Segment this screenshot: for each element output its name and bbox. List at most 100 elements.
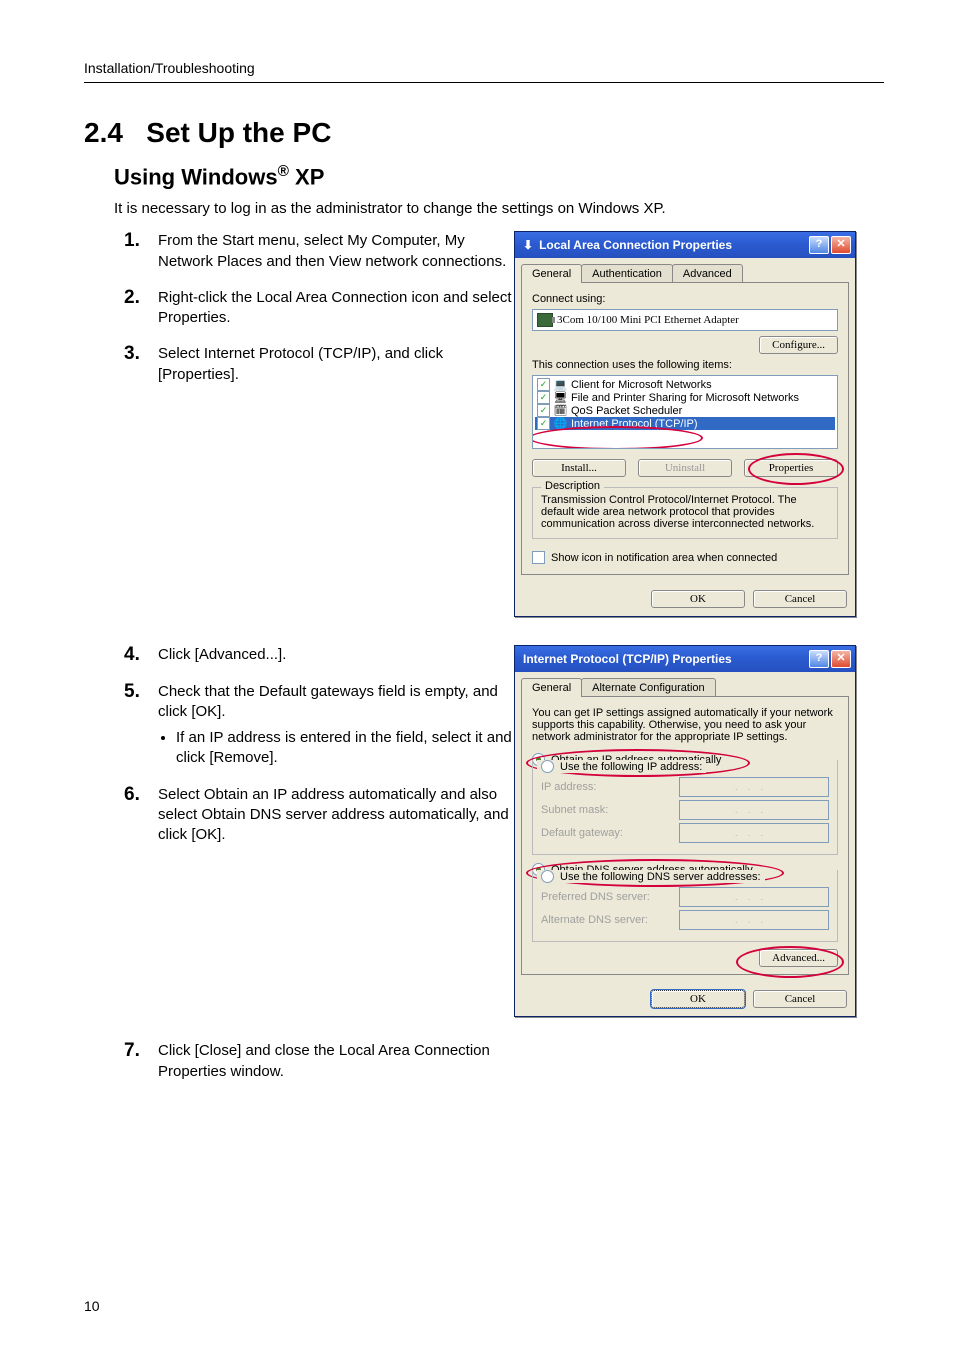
- step-4-text: Click [Advanced...].: [158, 645, 514, 665]
- show-icon-checkbox[interactable]: ✓: [532, 551, 545, 564]
- item4-label: Internet Protocol (TCP/IP): [571, 418, 698, 430]
- cancel-button[interactable]: Cancel: [753, 590, 847, 608]
- connect-using-label: Connect using:: [532, 293, 838, 305]
- checkbox-icon[interactable]: ✓: [537, 404, 550, 417]
- dialog2-blurb: You can get IP settings assigned automat…: [532, 707, 838, 743]
- subnet-field: ...: [679, 800, 829, 820]
- nic-icon: [537, 313, 553, 327]
- intro-text: It is necessary to log in as the adminis…: [114, 200, 884, 217]
- advanced-button[interactable]: Advanced...: [759, 949, 838, 967]
- pref-dns-label: Preferred DNS server:: [541, 891, 671, 903]
- header-rule: [84, 82, 884, 83]
- ok-button[interactable]: OK: [651, 990, 745, 1008]
- ip-address-field: ...: [679, 777, 829, 797]
- checkbox-icon[interactable]: ✓: [537, 391, 550, 404]
- step-5-sublist: If an IP address is entered in the field…: [176, 728, 514, 769]
- close-button[interactable]: ✕: [831, 236, 851, 254]
- use-ip-fieldset: Use the following IP address: IP address…: [532, 760, 838, 855]
- use-ip-radio[interactable]: Use the following IP address:: [537, 760, 706, 773]
- lan-properties-dialog: ⬇ Local Area Connection Properties ? ✕ G…: [514, 231, 856, 617]
- step-4: Click [Advanced...].: [124, 645, 514, 665]
- step-1-text: From the Start menu, select My Computer,…: [158, 231, 514, 272]
- show-icon-label: Show icon in notification area when conn…: [551, 552, 777, 564]
- list-item[interactable]: ✓ 💻 Client for Microsoft Networks: [535, 378, 835, 391]
- step-6: Select Obtain an IP address automaticall…: [124, 785, 514, 846]
- gateway-field: ...: [679, 823, 829, 843]
- list-item[interactable]: ✓ 🗓 QoS Packet Scheduler: [535, 404, 835, 417]
- section-title-text: Set Up the PC: [146, 117, 331, 148]
- section-number: 2.4: [84, 117, 123, 148]
- use-dns-radio[interactable]: Use the following DNS server addresses:: [537, 870, 765, 883]
- dialog1-panel: Connect using: 3Com 10/100 Mini PCI Ethe…: [521, 282, 849, 575]
- step-7-text: Click [Close] and close the Local Area C…: [158, 1041, 514, 1082]
- tcpip-properties-dialog: Internet Protocol (TCP/IP) Properties ? …: [514, 645, 856, 1017]
- checkbox-icon[interactable]: ✓: [537, 417, 550, 430]
- step-2-text: Right-click the Local Area Connection ic…: [158, 288, 514, 329]
- dialog1-title: Local Area Connection Properties: [539, 238, 732, 252]
- cancel-button[interactable]: Cancel: [753, 990, 847, 1008]
- dialog2-titlebar[interactable]: Internet Protocol (TCP/IP) Properties ? …: [515, 646, 855, 672]
- step-7: Click [Close] and close the Local Area C…: [124, 1041, 514, 1082]
- list-item-selected[interactable]: ✓ 🌐 Internet Protocol (TCP/IP): [535, 417, 835, 430]
- subsection-suffix: XP: [289, 164, 324, 189]
- checkbox-icon[interactable]: ✓: [537, 378, 550, 391]
- close-button[interactable]: ✕: [831, 650, 851, 668]
- registered-mark: ®: [278, 163, 289, 180]
- description-text: Transmission Control Protocol/Internet P…: [541, 494, 829, 530]
- configure-button[interactable]: Configure...: [759, 336, 838, 354]
- tab-general[interactable]: General: [521, 264, 582, 283]
- running-header: Installation/Troubleshooting: [84, 60, 884, 76]
- item2-label: File and Printer Sharing for Microsoft N…: [571, 392, 799, 404]
- step-5-bullet: If an IP address is entered in the field…: [176, 728, 514, 769]
- adapter-name: 3Com 10/100 Mini PCI Ethernet Adapter: [557, 314, 739, 326]
- dialog1-titlebar[interactable]: ⬇ Local Area Connection Properties ? ✕: [515, 232, 855, 258]
- item1-label: Client for Microsoft Networks: [571, 379, 712, 391]
- ip-address-label: IP address:: [541, 781, 671, 793]
- page-number: 10: [84, 1298, 100, 1314]
- steps-list-part2: Click [Advanced...]. Check that the Defa…: [124, 645, 514, 845]
- subnet-label: Subnet mask:: [541, 804, 671, 816]
- step-6-text: Select Obtain an IP address automaticall…: [158, 785, 514, 846]
- client-icon: 💻: [554, 378, 567, 391]
- dialog2-title: Internet Protocol (TCP/IP) Properties: [523, 652, 732, 666]
- step-1: From the Start menu, select My Computer,…: [124, 231, 514, 272]
- dialog1-tabs: General Authentication Advanced: [515, 258, 855, 283]
- steps-list-part3: Click [Close] and close the Local Area C…: [124, 1041, 514, 1082]
- step-2: Right-click the Local Area Connection ic…: [124, 288, 514, 329]
- uninstall-button: Uninstall: [638, 459, 732, 477]
- install-button[interactable]: Install...: [532, 459, 626, 477]
- description-legend: Description: [541, 480, 604, 492]
- description-fieldset: Description Transmission Control Protoco…: [532, 487, 838, 539]
- subsection-title: Using Windows® XP: [114, 163, 884, 190]
- ok-button[interactable]: OK: [651, 590, 745, 608]
- steps-list-part1: From the Start menu, select My Computer,…: [124, 231, 514, 385]
- help-button[interactable]: ?: [809, 236, 829, 254]
- step-3-text: Select Internet Protocol (TCP/IP), and c…: [158, 344, 514, 385]
- item3-label: QoS Packet Scheduler: [571, 405, 682, 417]
- list-item[interactable]: ✓ 🖥 File and Printer Sharing for Microso…: [535, 391, 835, 404]
- connection-items-list[interactable]: ✓ 💻 Client for Microsoft Networks ✓ 🖥 Fi…: [532, 375, 838, 449]
- tcpip-icon: 🌐: [554, 417, 567, 430]
- step-5: Check that the Default gateways field is…: [124, 682, 514, 769]
- pref-dns-field: ...: [679, 887, 829, 907]
- adapter-field[interactable]: 3Com 10/100 Mini PCI Ethernet Adapter: [532, 309, 838, 331]
- tab-advanced[interactable]: Advanced: [672, 264, 743, 283]
- step-3: Select Internet Protocol (TCP/IP), and c…: [124, 344, 514, 385]
- share-icon: 🖥: [554, 391, 567, 404]
- use-ip-label: Use the following IP address:: [560, 761, 702, 773]
- step-5-text: Check that the Default gateways field is…: [158, 682, 514, 723]
- nic-status-icon: ⬇: [523, 238, 533, 252]
- items-label: This connection uses the following items…: [532, 359, 838, 371]
- properties-button[interactable]: Properties: [744, 459, 838, 477]
- tab-authentication[interactable]: Authentication: [581, 264, 673, 283]
- use-dns-label: Use the following DNS server addresses:: [560, 871, 761, 883]
- dialog2-tabs: General Alternate Configuration: [515, 672, 855, 697]
- section-title: 2.4 Set Up the PC: [84, 117, 884, 149]
- tab-alternate-config[interactable]: Alternate Configuration: [581, 678, 716, 697]
- subsection-prefix: Using Windows: [114, 164, 278, 189]
- qos-icon: 🗓: [554, 404, 567, 417]
- alt-dns-label: Alternate DNS server:: [541, 914, 671, 926]
- use-dns-fieldset: Use the following DNS server addresses: …: [532, 870, 838, 942]
- help-button[interactable]: ?: [809, 650, 829, 668]
- tab-general[interactable]: General: [521, 678, 582, 697]
